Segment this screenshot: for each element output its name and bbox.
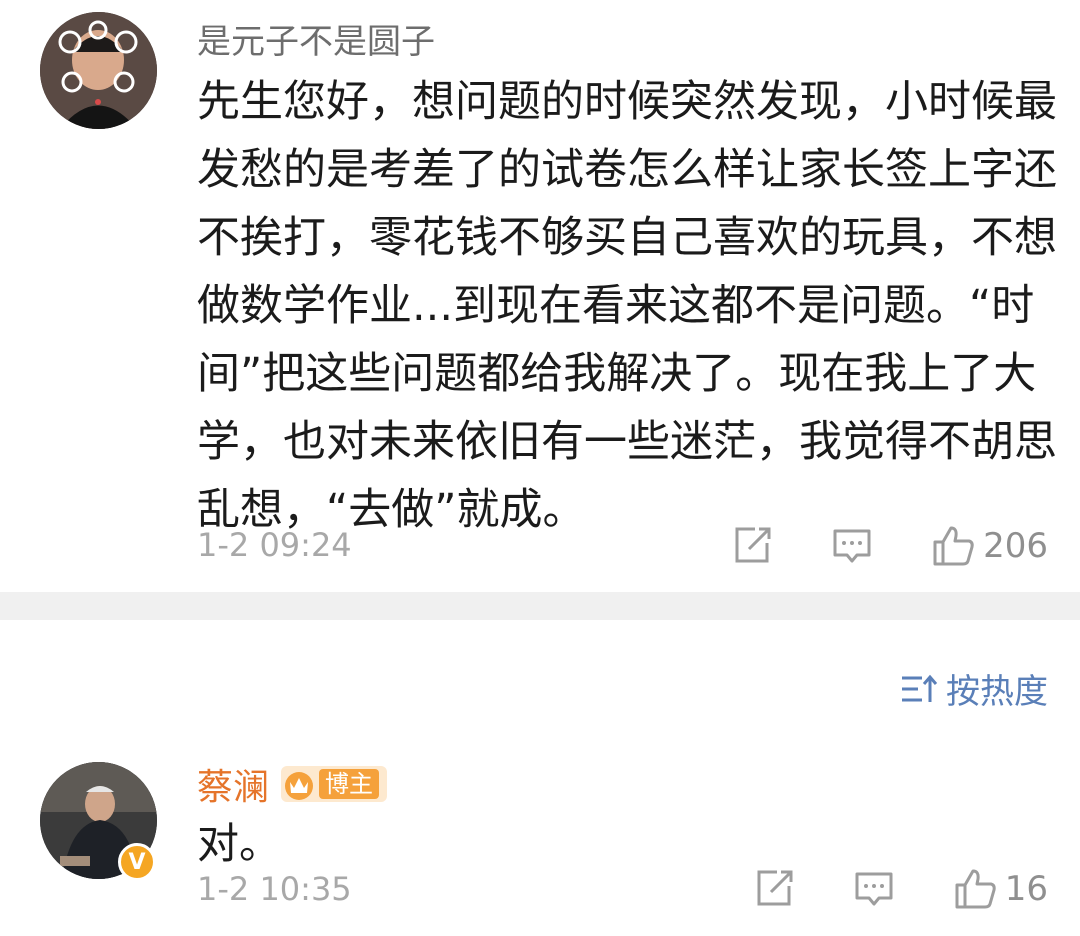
reply-card: V 蔡澜 博主 对。 1-2 10:35 16	[0, 740, 1080, 936]
comment-line: 先生您好，想问题的时候突然发现，小时候最	[197, 77, 1057, 127]
comment-line: 不挨打，零花钱不够买自己喜欢的玩具，不想	[197, 213, 1057, 263]
comment-line: 发愁的是考差了的试卷怎么样让家长签上字还	[197, 145, 1057, 195]
like-icon	[933, 526, 974, 566]
comment-button[interactable]	[831, 525, 873, 567]
comment-card: 是元子不是圆子 先生您好，想问题的时候突然发现，小时候最 发愁的是考差了的试卷怎…	[0, 0, 1080, 592]
comment-line: 间”把这些问题都给我解决了。现在我上了大	[197, 349, 1037, 399]
username-row: 蔡澜 博主	[197, 758, 388, 810]
comment-line: 做数学作业...到现在看来这都不是问题。“时	[197, 281, 1035, 331]
badge-label: 博主	[319, 769, 380, 799]
verified-badge: V	[118, 843, 156, 881]
comment-button[interactable]	[853, 868, 895, 910]
timestamp: 1-2 09:24	[197, 526, 352, 564]
comment-icon	[833, 529, 871, 563]
crown-icon	[285, 772, 314, 800]
like-button[interactable]: 206	[931, 524, 1048, 568]
comment-text: 先生您好，想问题的时候突然发现，小时候最 发愁的是考差了的试卷怎么样让家长签上字…	[197, 68, 1057, 544]
username[interactable]: 蔡澜	[197, 758, 269, 810]
comment-icon	[855, 872, 893, 906]
share-button[interactable]	[753, 868, 795, 910]
timestamp: 1-2 10:35	[197, 870, 352, 908]
section-divider	[0, 592, 1080, 620]
action-bar: 206	[731, 524, 1048, 568]
like-count: 206	[983, 526, 1048, 566]
action-bar: 16	[753, 867, 1048, 911]
sort-bar: 按热度	[0, 620, 1080, 740]
sort-icon	[902, 674, 938, 702]
like-icon	[955, 869, 996, 909]
username[interactable]: 是元子不是圆子	[197, 14, 435, 63]
author-badge: 博主	[281, 766, 388, 802]
share-icon	[735, 527, 771, 563]
sort-by-hot-button[interactable]: 按热度	[900, 664, 1048, 713]
avatar[interactable]	[40, 12, 157, 129]
like-count: 16	[1004, 869, 1048, 909]
share-icon	[757, 870, 793, 906]
share-button[interactable]	[731, 525, 773, 567]
like-button[interactable]: 16	[953, 867, 1048, 911]
sort-label: 按热度	[946, 672, 1048, 712]
comment-line: 学，也对未来依旧有一些迷茫，我觉得不胡思	[197, 417, 1057, 467]
